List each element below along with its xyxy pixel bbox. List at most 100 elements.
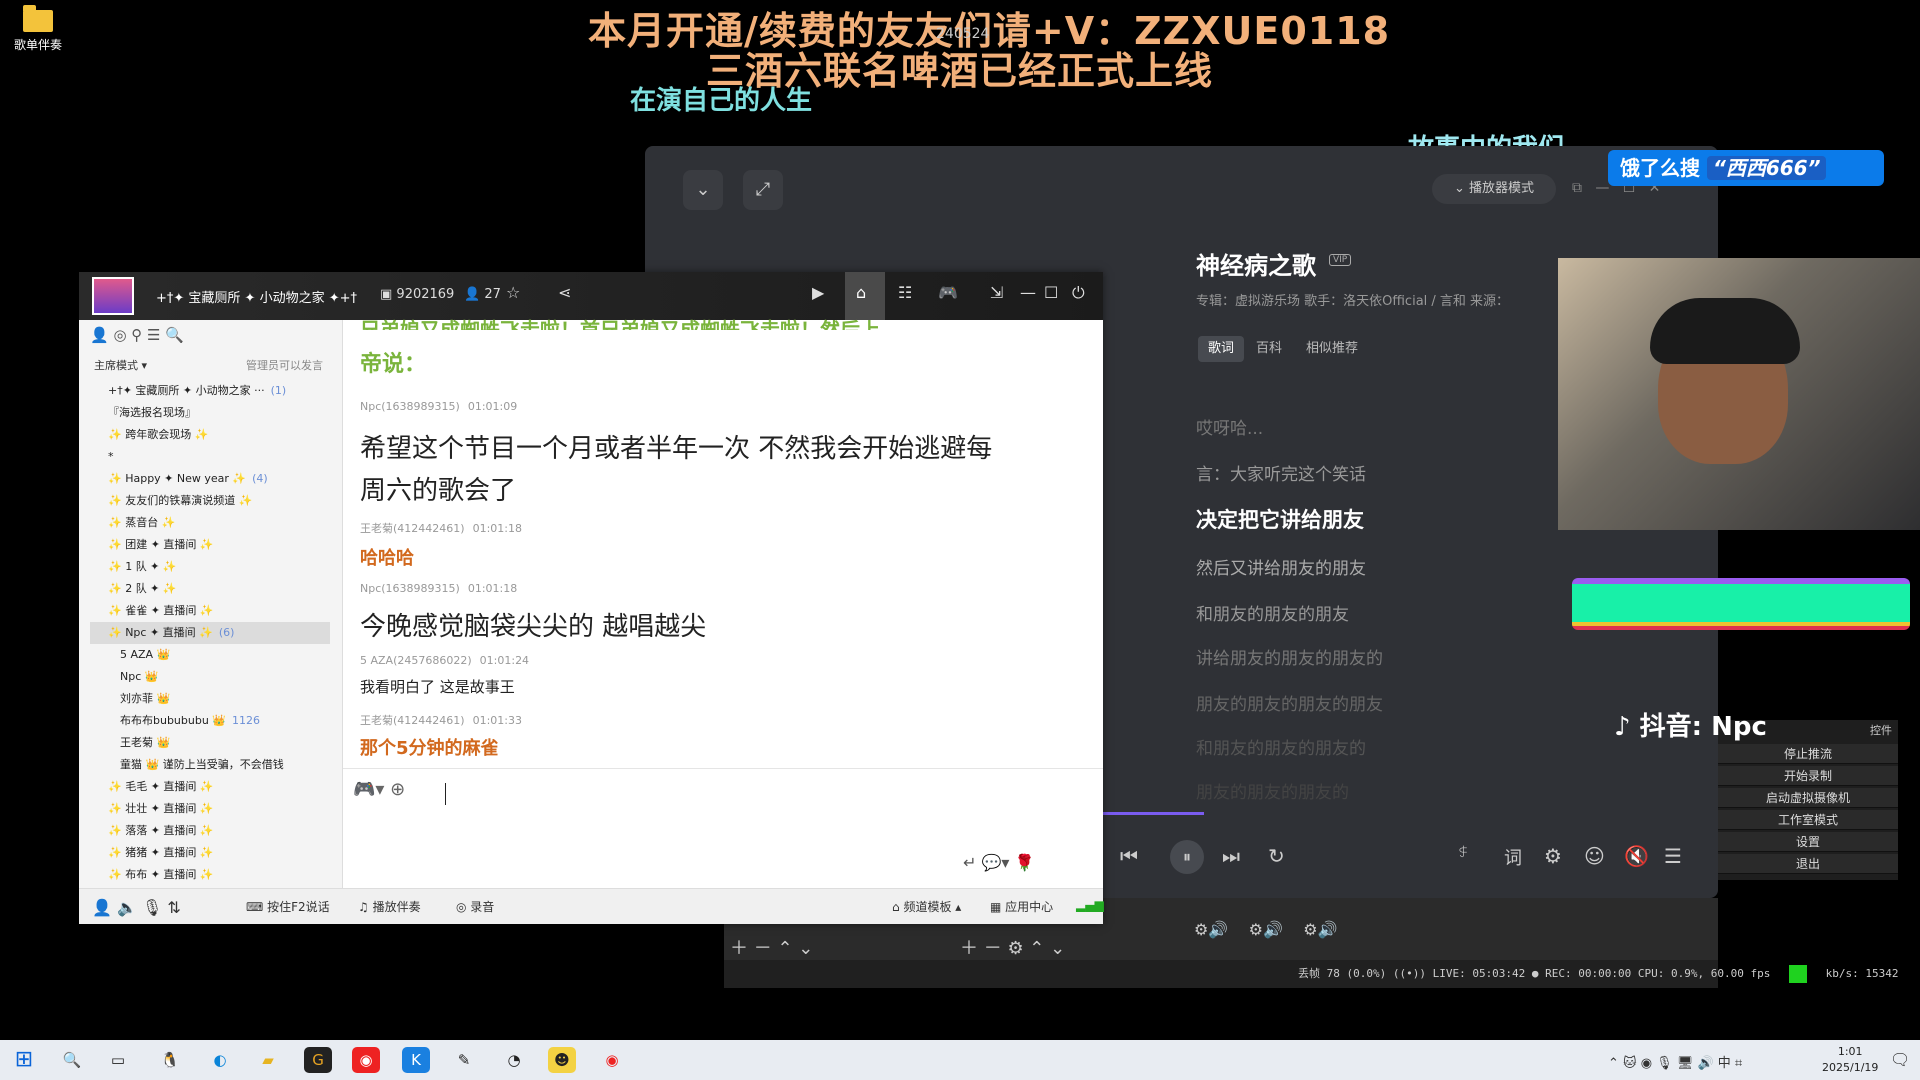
- progress-bar[interactable]: [1102, 812, 1204, 815]
- fullscreen-icon[interactable]: ⤢: [743, 170, 783, 210]
- listen-together-icon[interactable]: ☺: [1584, 844, 1605, 868]
- channel-item[interactable]: ✨ 1 队 ✦ ✨: [90, 556, 330, 578]
- channel-item[interactable]: ✨ 2 队 ✦ ✨: [90, 578, 330, 600]
- obs-scene-controls[interactable]: ＋ － ⌃ ⌄: [730, 934, 813, 960]
- channel-item[interactable]: 『海选报名现场』: [90, 402, 330, 424]
- channel-item[interactable]: Npc 👑: [90, 666, 330, 688]
- kugou-icon[interactable]: K: [402, 1047, 430, 1073]
- channel-item[interactable]: ✨ 毛毛 ✦ 直播间 ✨: [90, 776, 330, 798]
- channel-item[interactable]: ✨ Npc ✦ 直播间 ✨ (6): [90, 622, 330, 644]
- previous-icon[interactable]: ⏮: [1120, 844, 1138, 868]
- player-mode-button[interactable]: ⌄ 播放器模式: [1432, 174, 1556, 204]
- netease-icon[interactable]: ◉: [598, 1047, 626, 1073]
- channel-avatar[interactable]: [92, 277, 134, 315]
- effects-icon[interactable]: ⚙: [1544, 844, 1562, 868]
- lyric-line: 然后又讲给朋友的朋友: [1196, 559, 1366, 579]
- app-icon[interactable]: ✎: [450, 1047, 478, 1073]
- minimize-to-tray-icon[interactable]: ⇲: [990, 283, 1003, 302]
- obs-mixer-controls[interactable]: ⚙🔊 ⚙🔊 ⚙🔊: [1194, 920, 1337, 939]
- repeat-icon[interactable]: ↻: [1268, 844, 1285, 868]
- share-icon[interactable]: ⋖: [558, 283, 571, 302]
- maximize-icon[interactable]: ☐: [1044, 283, 1058, 302]
- tab-lyrics[interactable]: 歌词: [1198, 336, 1245, 362]
- start-icon[interactable]: ⊞: [10, 1047, 38, 1073]
- netease-music-icon[interactable]: ◉: [352, 1047, 380, 1073]
- notification-icon[interactable]: 🗨: [1890, 1050, 1910, 1069]
- channel-label: ✨ 猪猪 ✦ 直播间 ✨: [108, 846, 214, 859]
- edge-icon[interactable]: ◐: [206, 1047, 234, 1073]
- quality-button[interactable]: ꐱ: [1458, 844, 1468, 861]
- virtual-camera-button[interactable]: 启动虚拟摄像机: [1718, 788, 1898, 808]
- stop-streaming-button[interactable]: 停止推流: [1718, 744, 1898, 764]
- obs-status-text: 丢帧 78 (0.0%) ((•)) LIVE: 05:03:42 ● REC:…: [1298, 967, 1771, 980]
- channel-item[interactable]: +†✦ 宝藏厕所 ✦ 小动物之家 ··· (1): [90, 380, 330, 402]
- accompaniment-button[interactable]: ♫ 播放伴奏: [358, 898, 421, 915]
- record-button[interactable]: ◎ 录音: [456, 898, 494, 915]
- chat-sender[interactable]: Npc(1638989315) 01:01:18: [360, 582, 517, 595]
- clock[interactable]: 1:01 2025/1/19: [1822, 1044, 1878, 1076]
- f2-talk-button[interactable]: ⌨ 按住F2说话: [246, 898, 330, 915]
- gamepad-icon[interactable]: 🎮: [938, 283, 958, 302]
- star-icon[interactable]: ☆: [506, 283, 520, 302]
- list-icon[interactable]: ☷: [898, 283, 912, 302]
- channel-item[interactable]: 布布布bubububu 👑 1126: [90, 710, 330, 732]
- pause-button[interactable]: ⏸: [1170, 840, 1204, 874]
- qq-icon[interactable]: 🐧: [156, 1047, 184, 1073]
- app-center-button[interactable]: ▦ 应用中心: [990, 898, 1053, 915]
- chat-message: 那个5分钟的麻雀: [360, 738, 499, 759]
- search-icon[interactable]: 🔍: [58, 1047, 86, 1073]
- tab-similar[interactable]: 相似推荐: [1296, 336, 1368, 362]
- channel-item[interactable]: ✨ 落落 ✦ 直播间 ✨: [90, 820, 330, 842]
- channel-item[interactable]: 5 AZA 👑: [90, 644, 330, 666]
- channel-item[interactable]: ✨ 跨年歌会现场 ✨: [90, 424, 330, 446]
- lyric-button[interactable]: 词: [1504, 844, 1522, 870]
- exit-button[interactable]: 退出: [1718, 854, 1898, 874]
- chat-sender[interactable]: 王老菊(412442461) 01:01:33: [360, 712, 522, 728]
- power-icon[interactable]: ⏻: [1072, 283, 1085, 303]
- collapse-chevron-icon[interactable]: ⌄: [683, 170, 723, 210]
- channel-label: ✨ Happy ✦ New year ✨: [108, 472, 247, 485]
- video-icon[interactable]: ▶: [812, 283, 824, 302]
- channel-item[interactable]: 童猫 👑 谨防上当受骗，不会借钱: [90, 754, 330, 776]
- task-view-icon[interactable]: ▭: [104, 1047, 132, 1073]
- game-emoji-icon[interactable]: 🎮▾ ⊕: [353, 779, 405, 800]
- obs-source-controls[interactable]: ＋ － ⚙ ⌃ ⌄: [960, 934, 1065, 960]
- channel-item[interactable]: ✨ 团建 ✦ 直播间 ✨: [90, 534, 330, 556]
- app-g-icon[interactable]: G: [304, 1047, 332, 1073]
- volume-mute-icon[interactable]: 🔇: [1624, 844, 1649, 868]
- channel-item[interactable]: ✨ 蒸音台 ✨: [90, 512, 330, 534]
- channel-item[interactable]: ✨ 友友们的铁幕演说频道 ✨: [90, 490, 330, 512]
- chat-sender[interactable]: 王老菊(412442461) 01:01:18: [360, 520, 522, 536]
- channel-tool-icons[interactable]: 👤 ◎ ⚲ ☰ 🔍: [90, 326, 184, 344]
- lyric-line-current: 决定把它讲给朋友: [1196, 508, 1364, 532]
- system-tray[interactable]: ⌃ 🐱 ◉ 🎙 🖥 🔊 中 ⌗: [1608, 1052, 1742, 1071]
- channel-item[interactable]: ✨ 壮壮 ✦ 直播间 ✨: [90, 798, 330, 820]
- yy-icon[interactable]: ☻: [548, 1047, 576, 1073]
- mic-controls[interactable]: 👤 🔈 🎙 ⇅: [92, 898, 181, 917]
- minimize-icon[interactable]: —: [1020, 283, 1036, 302]
- channel-item[interactable]: ✨ 猪猪 ✦ 直播间 ✨: [90, 842, 330, 864]
- explorer-icon[interactable]: ▰: [254, 1047, 282, 1073]
- input-tools[interactable]: ↵ 💬▾ 🌹: [963, 853, 1034, 872]
- channel-item[interactable]: 刘亦菲 👑: [90, 688, 330, 710]
- chat-input-area[interactable]: 🎮▾ ⊕ ↵ 💬▾ 🌹: [343, 768, 1103, 888]
- next-icon[interactable]: ⏭: [1222, 844, 1240, 868]
- channel-item[interactable]: ✨ Happy ✦ New year ✨ (4): [90, 468, 330, 490]
- chat-message: 帝说：: [360, 352, 427, 377]
- start-recording-button[interactable]: 开始录制: [1718, 766, 1898, 786]
- home-icon[interactable]: ⌂: [856, 283, 866, 302]
- settings-button[interactable]: 设置: [1718, 832, 1898, 852]
- channel-item[interactable]: 王老菊 👑: [90, 732, 330, 754]
- chat-sender[interactable]: Npc(1638989315) 01:01:09: [360, 400, 517, 413]
- channel-template-button[interactable]: ⌂ 频道模板 ▴: [892, 898, 961, 915]
- chat-sender[interactable]: 5 AZA(2457686022) 01:01:24: [360, 654, 529, 667]
- studio-mode-button[interactable]: 工作室模式: [1718, 810, 1898, 830]
- channel-item[interactable]: ✨ 布布 ✦ 直播间 ✨: [90, 864, 330, 886]
- channel-item[interactable]: ✨ 雀雀 ✦ 直播间 ✨: [90, 600, 330, 622]
- tab-wiki[interactable]: 百科: [1246, 336, 1292, 362]
- mode-selector[interactable]: 主席模式 ▾: [94, 357, 147, 373]
- obs-icon[interactable]: ◔: [500, 1047, 528, 1073]
- channel-item[interactable]: *: [90, 446, 330, 468]
- playlist-icon[interactable]: ☰: [1664, 844, 1682, 868]
- desktop-folder-icon[interactable]: 歌单伴奏: [12, 5, 64, 53]
